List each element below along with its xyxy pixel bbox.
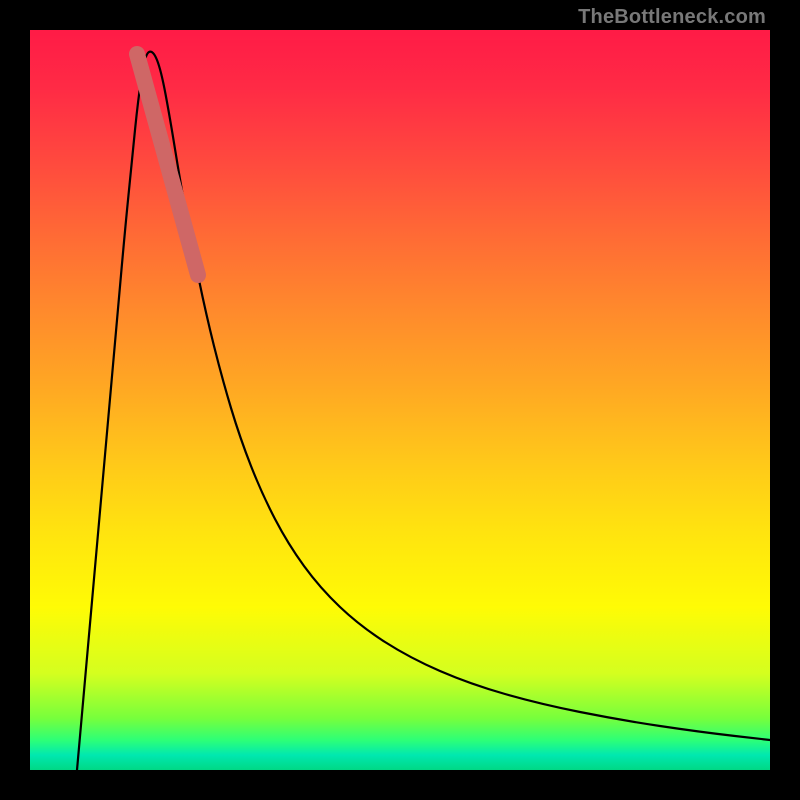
watermark-text: TheBottleneck.com xyxy=(578,6,766,29)
bottleneck-curve xyxy=(77,52,770,770)
chart-svg xyxy=(30,30,770,770)
highlight-segment xyxy=(137,54,198,275)
chart-frame: TheBottleneck.com xyxy=(0,0,800,800)
plot-area xyxy=(30,30,770,770)
